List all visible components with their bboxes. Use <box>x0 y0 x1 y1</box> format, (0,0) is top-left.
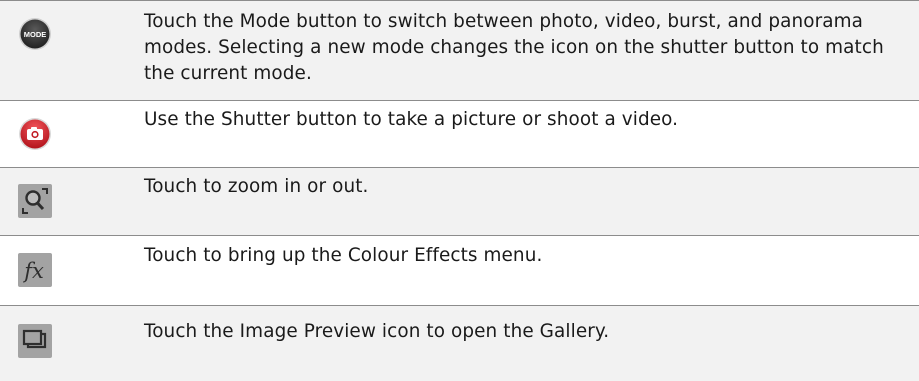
icon-cell: MODE <box>0 1 130 100</box>
row-description: Touch to bring up the Colour Effects men… <box>144 245 543 266</box>
table-row-zoom: Touch to zoom in or out. <box>0 168 919 235</box>
camera-controls-table: MODE Touch the Mode button to switch bet… <box>0 0 919 381</box>
table-row-colour-effects: fx Touch to bring up the Colour Effects … <box>0 236 919 305</box>
icon-cell: fx <box>0 236 130 305</box>
image-preview-icon <box>18 324 52 358</box>
zoom-icon <box>18 184 52 218</box>
fx-icon: fx <box>18 253 52 287</box>
svg-text:fx: fx <box>22 259 44 283</box>
icon-cell <box>0 306 130 381</box>
icon-cell <box>0 101 130 167</box>
icon-cell <box>0 168 130 235</box>
row-description: Touch the Image Preview icon to open the… <box>144 321 610 342</box>
mode-button-icon: MODE <box>18 17 52 51</box>
row-description: Touch to zoom in or out. <box>144 176 369 197</box>
mode-icon-label: MODE <box>24 30 47 39</box>
row-description: Touch the Mode button to switch between … <box>144 11 884 84</box>
row-description: Use the Shutter button to take a picture… <box>144 109 679 130</box>
table-row-shutter: Use the Shutter button to take a picture… <box>0 101 919 167</box>
shutter-camera-icon <box>18 117 52 151</box>
table-row-image-preview: Touch the Image Preview icon to open the… <box>0 306 919 381</box>
table-row-mode: MODE Touch the Mode button to switch bet… <box>0 1 919 100</box>
